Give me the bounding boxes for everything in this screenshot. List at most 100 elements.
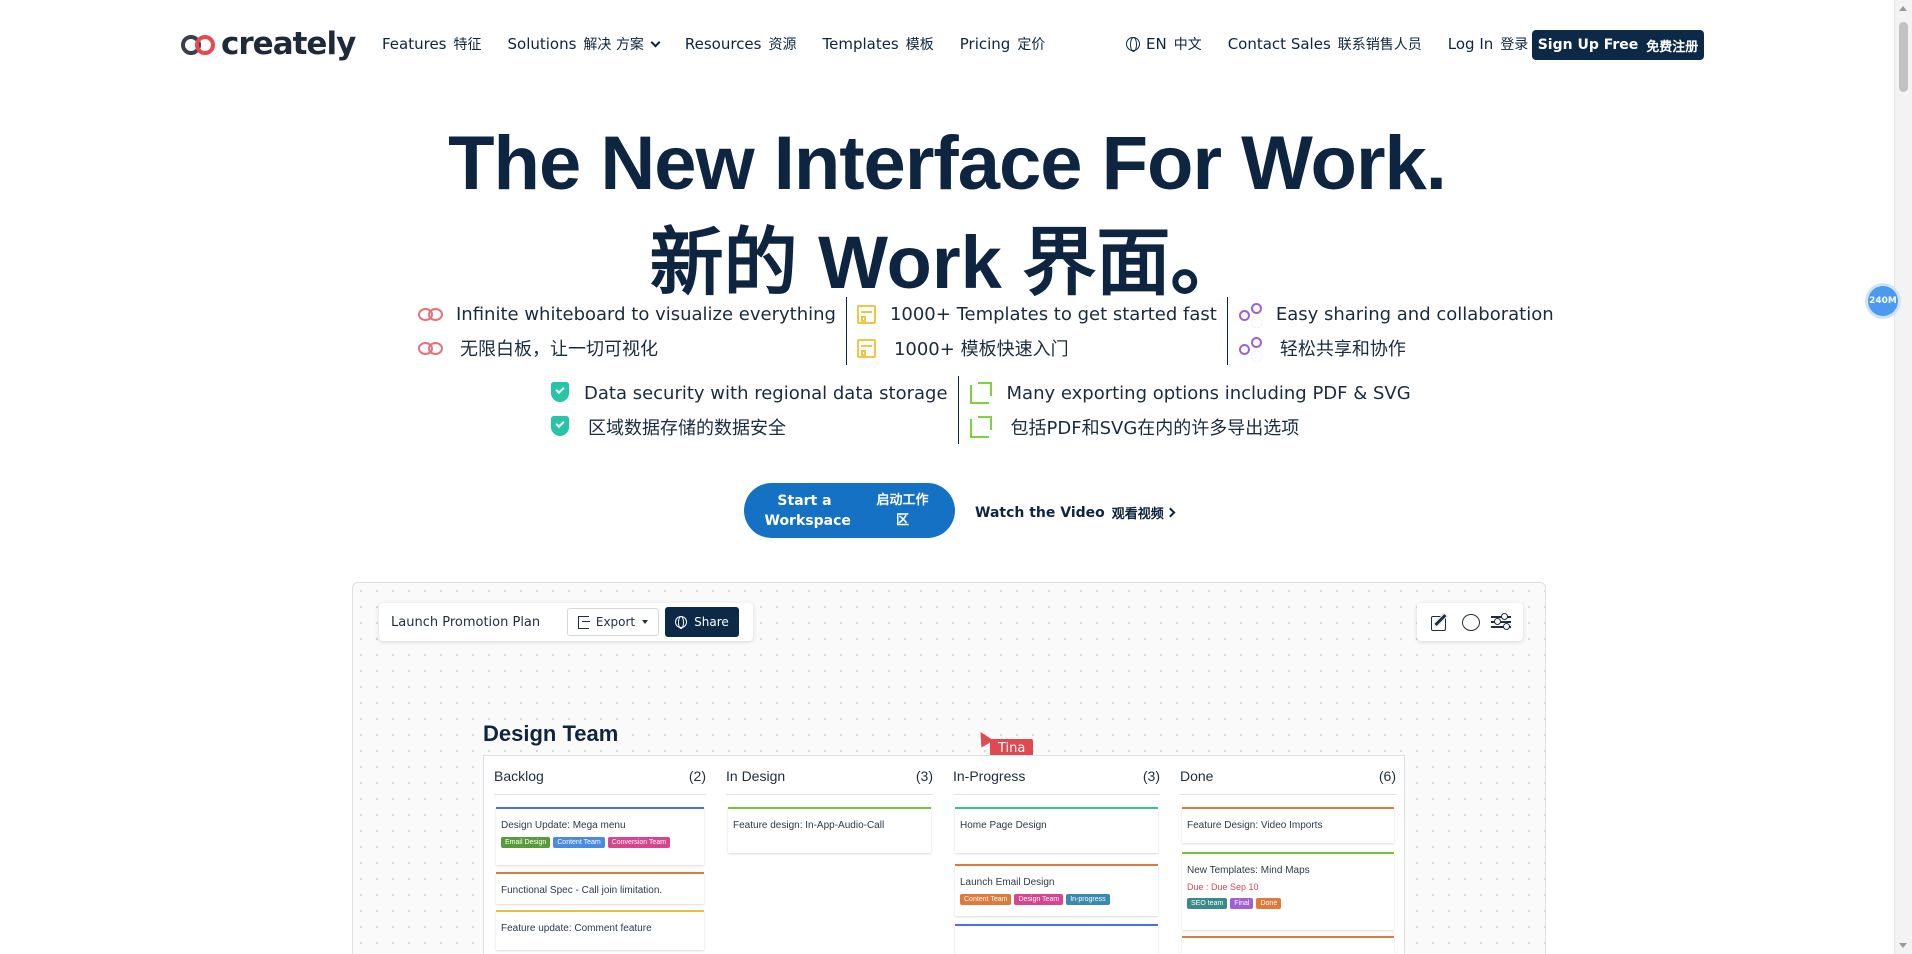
- card-tag[interactable]: Content Team: [960, 894, 1012, 905]
- kanban-card[interactable]: Feature update: Comment feature: [496, 910, 704, 950]
- kanban-card[interactable]: Home Page Design: [955, 807, 1158, 853]
- column-divider: [494, 794, 706, 795]
- card-tags: Content Team Design Team In-progress: [960, 894, 1153, 905]
- card-title: Launch Email Design: [960, 877, 1055, 888]
- edit-icon[interactable]: [1429, 612, 1449, 632]
- board-title: Design Team: [483, 721, 619, 746]
- column-name: In Design: [726, 768, 786, 784]
- kanban-card[interactable]: Feature Design: Video Imports: [1182, 807, 1394, 843]
- comment-icon[interactable]: [1460, 612, 1480, 632]
- globe-icon: [1126, 37, 1140, 52]
- share-icon: [1238, 303, 1262, 325]
- card-tag[interactable]: Email Design: [501, 837, 551, 848]
- scroll-down-arrow-icon[interactable]: [1899, 943, 1907, 948]
- feature-whiteboard: Infinite whiteboard to visualize everyth…: [408, 297, 846, 365]
- login-en: Log In: [1447, 35, 1494, 53]
- card-tag[interactable]: SEO team: [1187, 898, 1228, 909]
- column-name: Done: [1180, 768, 1214, 784]
- watch-video-zh: 观看视频: [1111, 507, 1164, 522]
- scroll-up-arrow-icon[interactable]: [1899, 6, 1907, 11]
- doc-title[interactable]: Launch Promotion Plan: [391, 615, 567, 630]
- card-title: Home Page Design: [960, 820, 1047, 831]
- nav-solutions-zh: 解决 方案: [583, 37, 644, 53]
- top-nav: creately Features 特征 Solutions 解决 方案 Resou…: [0, 0, 1894, 90]
- feature-export: Many exporting options including PDF & S…: [957, 376, 1421, 444]
- hero-title-en: The New Interface For Work.: [448, 121, 1447, 206]
- feature-security: Data security with regional data storage…: [540, 376, 958, 444]
- nav-pricing[interactable]: Pricing 定价: [960, 34, 1046, 54]
- logo-text: creately: [221, 26, 356, 62]
- chevron-down-icon: [650, 37, 661, 47]
- feature-text-en: Infinite whiteboard to visualize everyth…: [456, 303, 836, 325]
- card-tag[interactable]: Content Team: [553, 837, 605, 848]
- contact-sales-en: Contact Sales: [1227, 35, 1331, 53]
- scroll-thumb[interactable]: [1899, 22, 1908, 92]
- card-tag[interactable]: Final: [1230, 898, 1254, 909]
- contact-sales-link[interactable]: Contact Sales 联系销售人员: [1228, 34, 1422, 54]
- export-button[interactable]: Export: [567, 608, 659, 636]
- card-tags: SEO team Final Done: [1187, 898, 1389, 909]
- kanban-card[interactable]: [955, 924, 1158, 954]
- share-label: Share: [694, 615, 729, 629]
- signup-button[interactable]: Sign Up Free 免费注册: [1532, 30, 1704, 60]
- nav-features[interactable]: Features 特征: [382, 34, 482, 54]
- start-workspace-en: Start a Workspace: [764, 492, 851, 529]
- nav-templates-en: Templates: [822, 35, 899, 53]
- card-tag[interactable]: Design Team: [1014, 894, 1064, 905]
- kanban-card[interactable]: Design Update: Mega menu Email Design Cont…: [496, 807, 704, 865]
- kanban-column: Done (6) Feature Design: Video Imports New …: [1170, 756, 1406, 954]
- feature-text-en: Data security with regional data storage: [584, 382, 948, 404]
- nav-solutions[interactable]: Solutions 解决 方案: [508, 34, 661, 54]
- card-title: New Templates: Mind Maps: [1187, 865, 1310, 876]
- nav-features-zh: 特征: [453, 37, 482, 53]
- card-tag[interactable]: In-progress: [1066, 894, 1110, 905]
- signup-en: Sign Up Free: [1537, 37, 1639, 53]
- kanban-card[interactable]: Functional Spec - Call join limitation.: [496, 872, 704, 904]
- column-count: (6): [1378, 768, 1396, 784]
- feature-text-en: Easy sharing and collaboration: [1275, 303, 1554, 325]
- language-switcher[interactable]: EN 中文: [1126, 34, 1202, 54]
- card-title: Feature update: Comment feature: [501, 923, 652, 934]
- signup-zh: 免费注册: [1646, 39, 1699, 55]
- column-count: (3): [1142, 768, 1160, 784]
- nav-links: Features 特征 Solutions 解决 方案 Resources 资源 Te…: [382, 34, 1071, 54]
- watch-video-link[interactable]: Watch the Video 观看视频: [975, 503, 1176, 522]
- kanban-column: In-Progress (3) Home Page Design Launch Ema…: [943, 756, 1170, 954]
- nav-templates[interactable]: Templates 模板: [822, 34, 933, 54]
- column-header: In-Progress (3): [953, 768, 1160, 784]
- kanban-card[interactable]: Launch Email Design Content Team Design Te…: [955, 864, 1158, 916]
- creately-logo[interactable]: creately: [181, 26, 356, 62]
- shield-icon: [550, 382, 570, 404]
- feature-text-zh: 无限白板，让一切可视化: [460, 339, 658, 360]
- feature-text-zh: 区域数据存储的数据安全: [588, 418, 786, 439]
- column-count: (2): [688, 768, 706, 784]
- kanban-card[interactable]: New Templates: Mind Maps Due : Due Sep 10…: [1182, 852, 1394, 930]
- card-tag[interactable]: Done: [1256, 898, 1282, 909]
- kanban-board: Backlog (2) Design Update: Mega menu Email …: [483, 755, 1405, 954]
- caret-down-icon: [642, 620, 649, 624]
- nav-templates-zh: 模板: [905, 37, 934, 53]
- infinity-icon: [418, 337, 443, 359]
- share-button[interactable]: Share: [665, 607, 739, 637]
- login-link[interactable]: Log In 登录: [1448, 34, 1529, 54]
- share-icon: [1238, 337, 1262, 359]
- settings-sliders-icon[interactable]: [1491, 612, 1512, 632]
- contact-sales-zh: 联系销售人员: [1337, 37, 1422, 53]
- feature-text-zh: 包括PDF和SVG在内的许多导出选项: [1010, 418, 1300, 439]
- nav-resources[interactable]: Resources 资源: [685, 34, 797, 54]
- card-tag[interactable]: Conversion Team: [607, 837, 671, 848]
- kanban-card[interactable]: Feature design: In-App-Audio-Call: [728, 807, 931, 853]
- feature-text-zh: 1000+ 模板快速入门: [893, 339, 1069, 360]
- feature-sharing: Easy sharing and collaboration 轻松共享和协作: [1226, 297, 1564, 365]
- globe-icon: [675, 615, 688, 629]
- doc-toolbar: Launch Promotion Plan Export Share: [379, 603, 753, 641]
- column-divider: [953, 794, 1160, 795]
- kanban-card[interactable]: [1182, 936, 1394, 954]
- nav-right: EN 中文 Contact Sales 联系销售人员 Log In 登录: [1126, 34, 1554, 54]
- page-scrollbar[interactable]: [1894, 0, 1912, 954]
- hero-title-zh: 新的 Work 界面。: [649, 221, 1245, 304]
- start-workspace-button[interactable]: Start a Workspace 启动工作区: [744, 483, 955, 538]
- export-label: Export: [595, 615, 636, 629]
- column-header: Done (6): [1180, 768, 1396, 784]
- shield-icon: [550, 416, 570, 438]
